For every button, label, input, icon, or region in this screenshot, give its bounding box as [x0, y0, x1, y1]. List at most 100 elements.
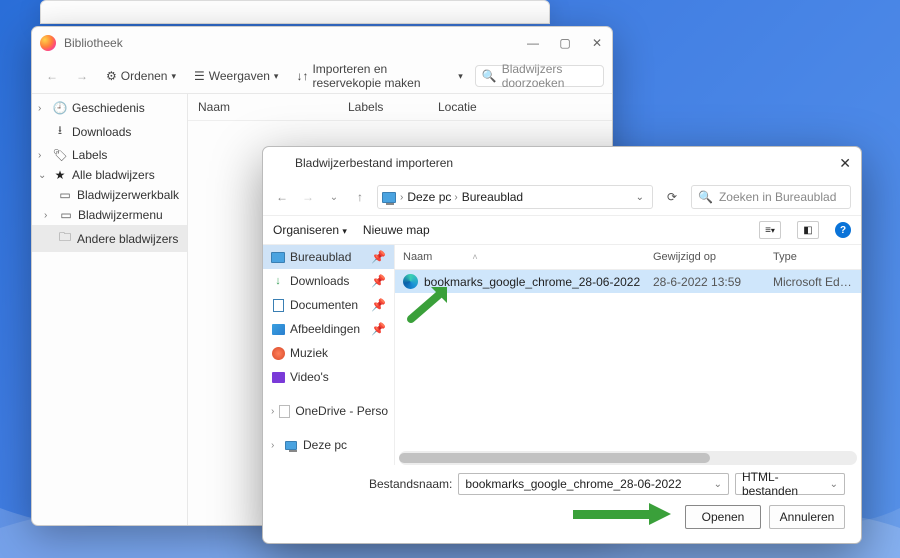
folder-icon: 🗀 — [58, 228, 72, 249]
pictures-icon — [272, 324, 285, 335]
col-location[interactable]: Locatie — [438, 100, 602, 114]
chevron-down-icon: ▾ — [458, 71, 463, 82]
list-icon: ☰ — [194, 69, 205, 83]
sidebar-bookmarks-menu[interactable]: ›▭ Bladwijzermenu — [32, 205, 187, 225]
sidebar-bookmarks-toolbar[interactable]: ▭ Bladwijzerwerkbalk — [32, 185, 187, 205]
file-list: Naam˄ Gewijzigd op Type bookmarks_google… — [395, 245, 861, 465]
address-dropdown[interactable]: ⌄ — [632, 192, 648, 203]
edge-html-icon — [403, 274, 418, 289]
history-icon: 🕘 — [53, 101, 67, 115]
library-toolbar: ← → ⚙ Ordenen ▾ ☰ Weergaven ▾ ↓↑ Importe… — [32, 59, 612, 93]
refresh-button[interactable]: ⟳ — [661, 190, 683, 204]
view-list-button[interactable]: ≡ ▾ — [759, 221, 781, 239]
dialog-nav-row: ← → ⌄ ↑ › Deze pc› Bureaublad ⌄ ⟳ 🔍 Zoek… — [263, 179, 861, 215]
firefox-icon — [273, 156, 287, 170]
side-this-pc[interactable]: › Deze pc — [263, 433, 394, 457]
dialog-titlebar: Bladwijzerbestand importeren ✕ — [263, 147, 861, 179]
library-titlebar: Bibliotheek — ▢ ✕ — [32, 27, 612, 59]
chevron-down-icon: ▾ — [342, 226, 347, 236]
download-icon: ↓ — [271, 274, 285, 288]
scrollbar-thumb[interactable] — [399, 453, 710, 463]
library-title: Bibliotheek — [64, 36, 123, 50]
dialog-organize-row: Organiseren ▾ Nieuwe map ≡ ▾ ◧ ? — [263, 215, 861, 245]
folder-search[interactable]: 🔍 Zoeken in Bureaublad — [691, 185, 851, 209]
organize-menu[interactable]: Organiseren ▾ — [273, 223, 347, 237]
col-name[interactable]: Naam — [198, 100, 348, 114]
pin-icon: 📌 — [371, 250, 386, 264]
file-list-header: Naam˄ Gewijzigd op Type — [395, 245, 861, 270]
chevron-down-icon: ⌄ — [830, 479, 838, 490]
side-desktop[interactable]: Bureaublad📌 — [263, 245, 394, 269]
back-button[interactable]: ← — [40, 67, 64, 85]
side-videos[interactable]: Video's — [263, 365, 394, 389]
sidebar-all-bookmarks[interactable]: ⌄★ Alle bladwijzers — [32, 165, 187, 185]
star-icon: ★ — [53, 168, 67, 182]
filetype-select[interactable]: HTML-bestanden ⌄ — [735, 473, 845, 495]
file-open-dialog: Bladwijzerbestand importeren ✕ ← → ⌄ ↑ ›… — [262, 146, 862, 544]
col-tags[interactable]: Labels — [348, 100, 438, 114]
view-preview-button[interactable]: ◧ — [797, 221, 819, 239]
nav-recent[interactable]: ⌄ — [325, 192, 343, 203]
col-modified[interactable]: Gewijzigd op — [653, 251, 773, 263]
music-icon — [272, 347, 285, 360]
file-row-selected[interactable]: bookmarks_google_chrome_28-06-2022 28-6-… — [395, 270, 861, 293]
side-documents[interactable]: Documenten📌 — [263, 293, 394, 317]
views-button[interactable]: ☰ Weergaven ▾ — [188, 67, 284, 85]
cancel-button[interactable]: Annuleren — [769, 505, 845, 529]
column-headers: Naam Labels Locatie — [188, 94, 612, 121]
minimize-button[interactable]: — — [526, 36, 540, 50]
close-button[interactable]: ✕ — [590, 36, 604, 50]
nav-back[interactable]: ← — [273, 190, 291, 204]
help-button[interactable]: ? — [835, 222, 851, 238]
breadcrumb-root[interactable]: Deze pc› — [407, 190, 457, 204]
file-name: bookmarks_google_chrome_28-06-2022 — [424, 275, 640, 289]
firefox-icon — [40, 35, 56, 51]
background-window — [40, 0, 550, 24]
forward-button[interactable]: → — [70, 67, 94, 85]
dialog-title: Bladwijzerbestand importeren — [295, 156, 453, 170]
address-bar[interactable]: › Deze pc› Bureaublad ⌄ — [377, 185, 653, 209]
open-button[interactable]: Openen — [685, 505, 761, 529]
filename-dropdown[interactable]: ⌄ — [714, 479, 722, 490]
folder-icon: ▭ — [59, 208, 73, 222]
col-name[interactable]: Naam˄ — [403, 251, 653, 263]
filename-label: Bestandsnaam: — [369, 477, 452, 491]
pc-icon — [382, 192, 396, 203]
pin-icon: 📌 — [371, 322, 386, 336]
annotation-arrow-icon — [573, 503, 673, 525]
nav-forward[interactable]: → — [299, 190, 317, 204]
file-type: Microsoft Edge HTM… — [773, 275, 853, 289]
col-type[interactable]: Type — [773, 251, 853, 263]
breadcrumb-folder[interactable]: Bureaublad — [462, 190, 523, 204]
bookmarks-search[interactable]: 🔍 Bladwijzers doorzoeken — [475, 65, 604, 87]
new-folder-button[interactable]: Nieuwe map — [363, 223, 430, 237]
import-backup-button[interactable]: ↓↑ Importeren en reservekopie maken ▾ — [290, 60, 468, 92]
pc-icon — [285, 441, 297, 450]
horizontal-scrollbar[interactable] — [399, 451, 857, 465]
file-modified: 28-6-2022 13:59 — [653, 275, 773, 289]
side-pictures[interactable]: Afbeeldingen📌 — [263, 317, 394, 341]
maximize-button[interactable]: ▢ — [558, 36, 572, 50]
side-music[interactable]: Muziek — [263, 341, 394, 365]
nav-up[interactable]: ↑ — [351, 190, 369, 204]
side-onedrive[interactable]: › OneDrive - Perso — [263, 399, 394, 423]
videos-icon — [272, 372, 285, 383]
sidebar-downloads[interactable]: ⭳ Downloads — [32, 118, 187, 145]
gear-icon: ⚙ — [106, 69, 117, 83]
organize-button[interactable]: ⚙ Ordenen ▾ — [100, 67, 182, 85]
dialog-sidebar: Bureaublad📌 ↓ Downloads📌 Documenten📌 Afb… — [263, 245, 395, 465]
folder-icon: ▭ — [58, 188, 72, 202]
import-icon: ↓↑ — [296, 69, 308, 83]
sidebar-other-bookmarks[interactable]: 🗀 Andere bladwijzers — [32, 225, 187, 252]
chevron-down-icon: ▾ — [274, 71, 279, 82]
desktop-icon — [271, 252, 285, 263]
document-icon — [273, 299, 284, 312]
pin-icon: 📌 — [371, 274, 386, 288]
search-icon: 🔍 — [698, 190, 713, 204]
sidebar-history[interactable]: ›🕘 Geschiedenis — [32, 98, 187, 118]
filename-input[interactable]: bookmarks_google_chrome_28-06-2022 ⌄ — [458, 473, 729, 495]
search-icon: 🔍 — [482, 69, 497, 83]
side-downloads[interactable]: ↓ Downloads📌 — [263, 269, 394, 293]
sidebar-tags[interactable]: ›🏷 Labels — [32, 145, 187, 165]
dialog-close-button[interactable]: ✕ — [839, 155, 851, 172]
